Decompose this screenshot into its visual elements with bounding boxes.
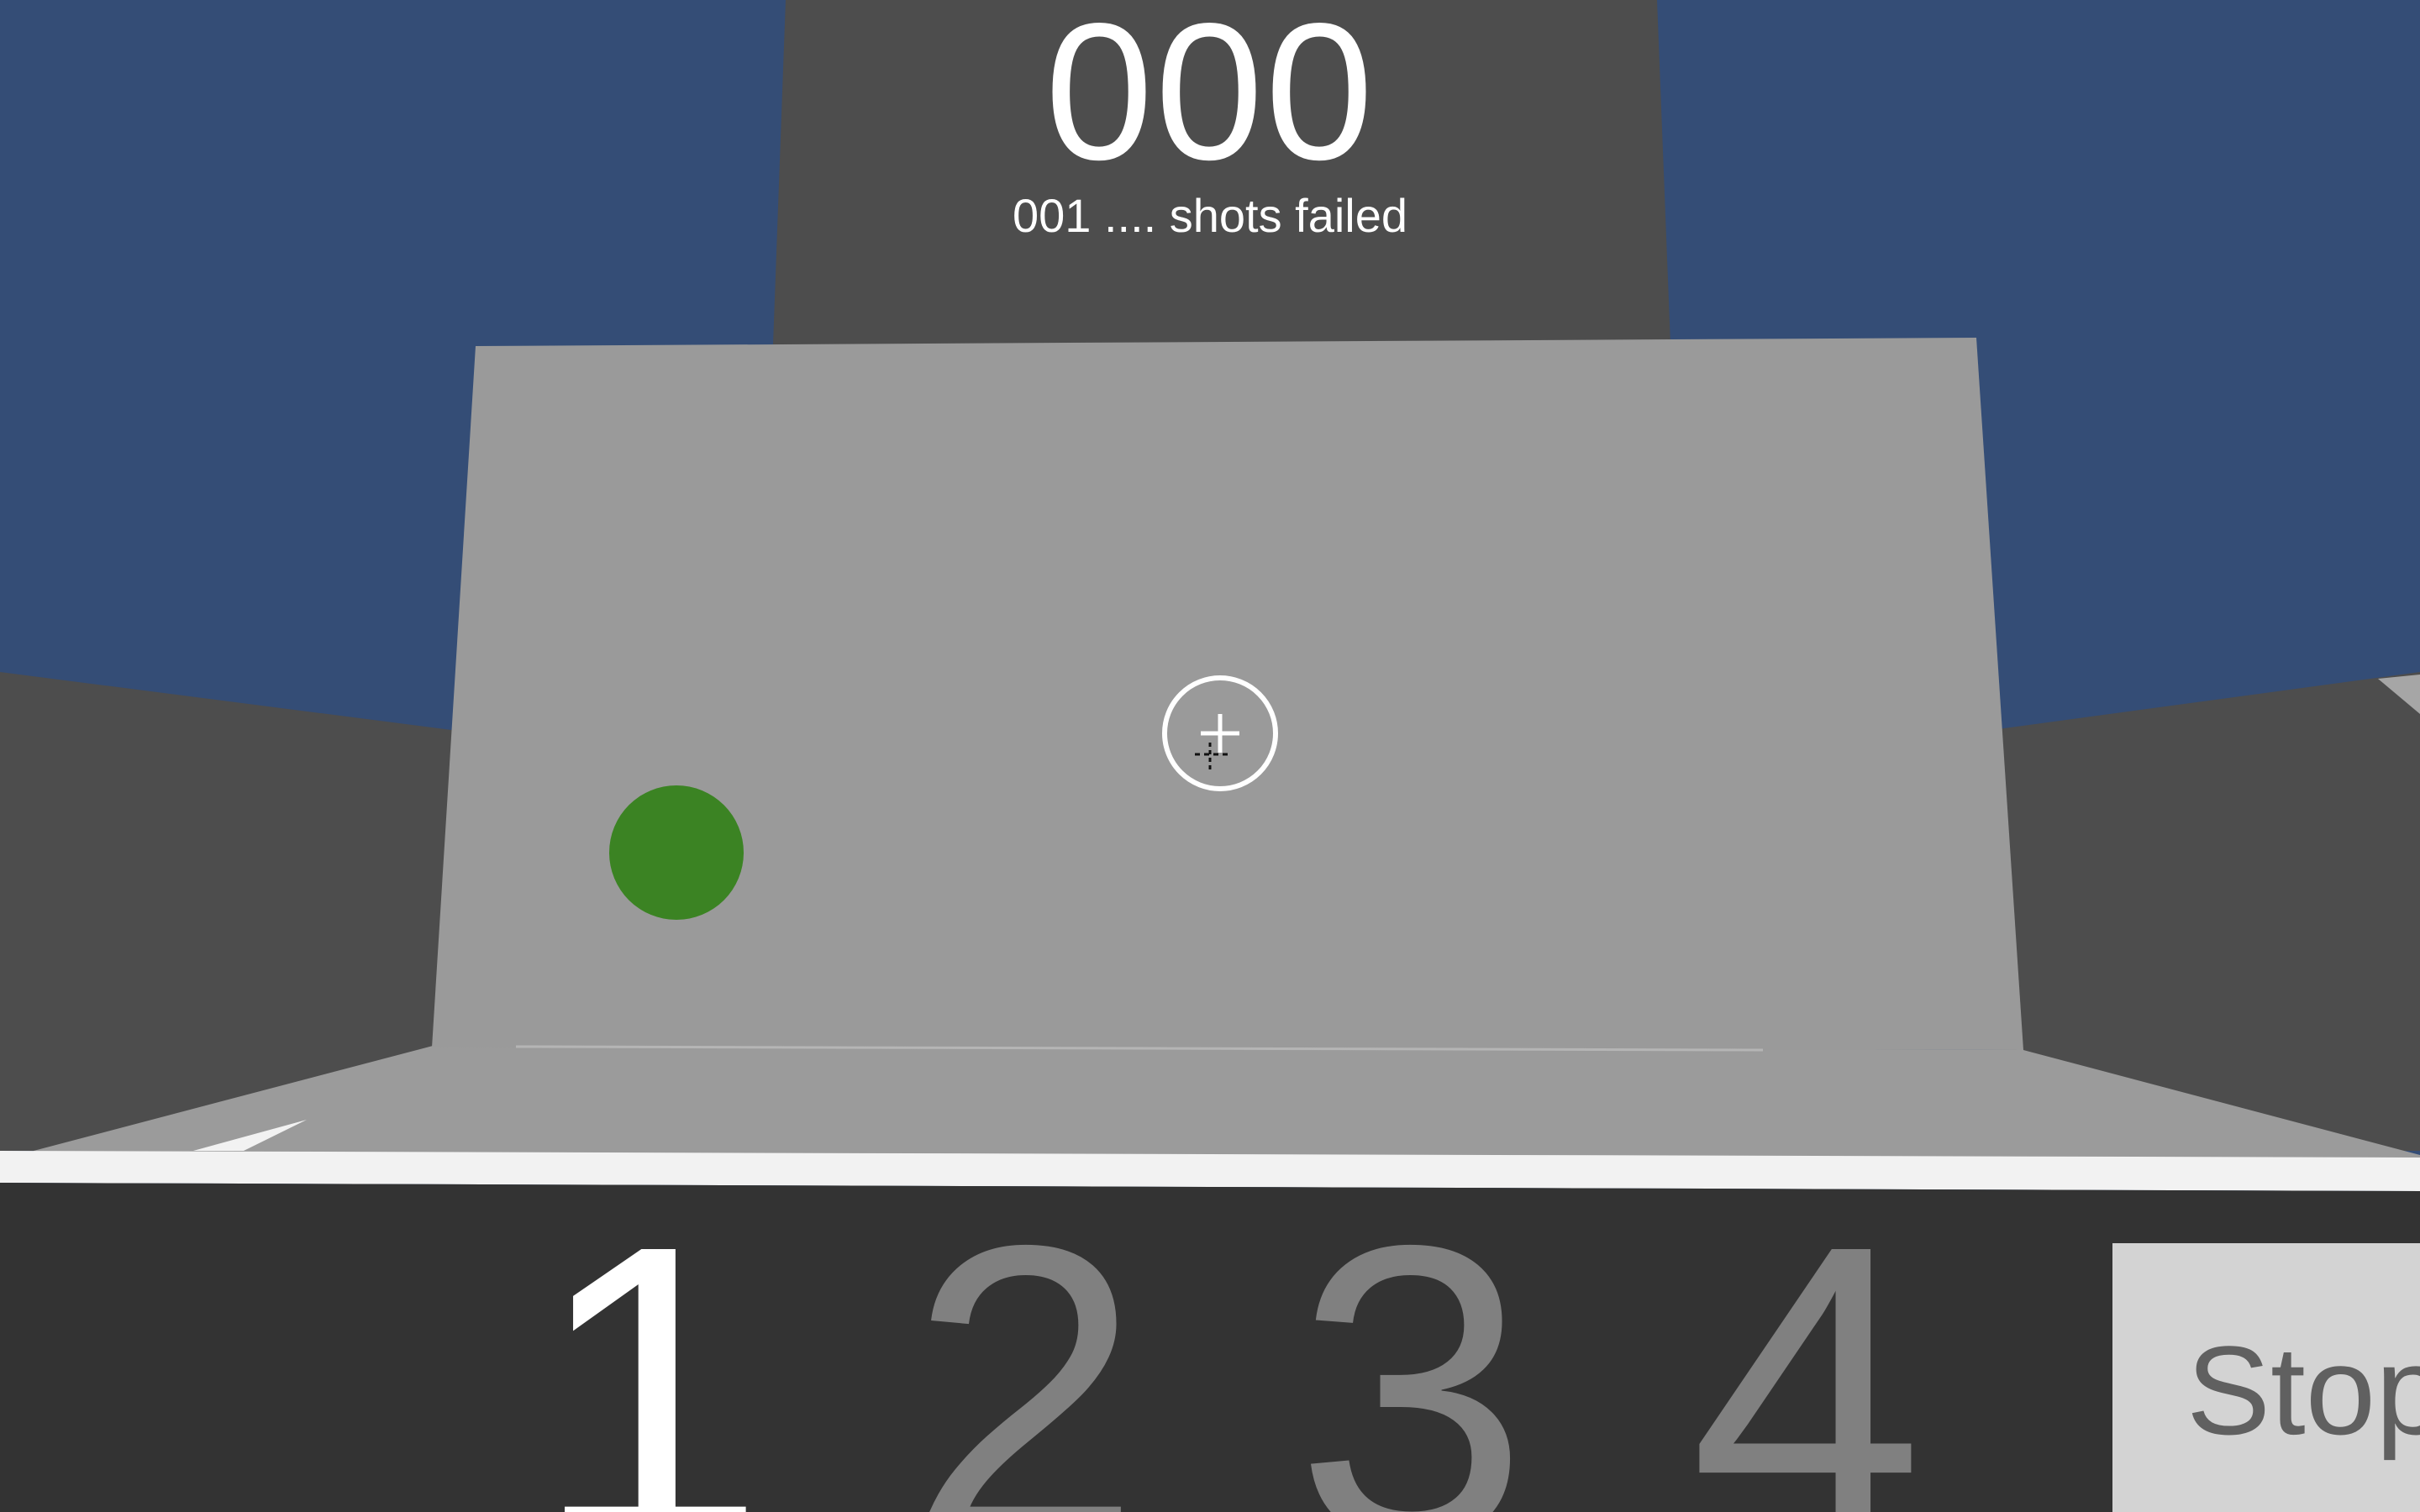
game-viewport[interactable]: 000 001 .... shots failed 1 2 3 4 Stop	[0, 0, 2420, 1512]
weapon-slot-1[interactable]: 1	[523, 1183, 776, 1512]
target-wall	[432, 338, 2023, 1050]
weapon-slot-4[interactable]: 4	[1681, 1183, 1933, 1512]
target-ball[interactable]	[609, 785, 744, 920]
weapon-slot-3[interactable]: 3	[1286, 1183, 1538, 1512]
stop-button[interactable]: Stop	[2112, 1243, 2420, 1512]
floor-counter	[34, 1046, 2420, 1159]
weapon-slot-2[interactable]: 2	[899, 1183, 1151, 1512]
stop-button-label: Stop	[2186, 1320, 2420, 1461]
weapon-bar-background	[0, 1183, 2420, 1512]
shots-failed-counter: 001 .... shots failed	[1012, 189, 1408, 242]
score-display: 000	[1044, 0, 1376, 201]
